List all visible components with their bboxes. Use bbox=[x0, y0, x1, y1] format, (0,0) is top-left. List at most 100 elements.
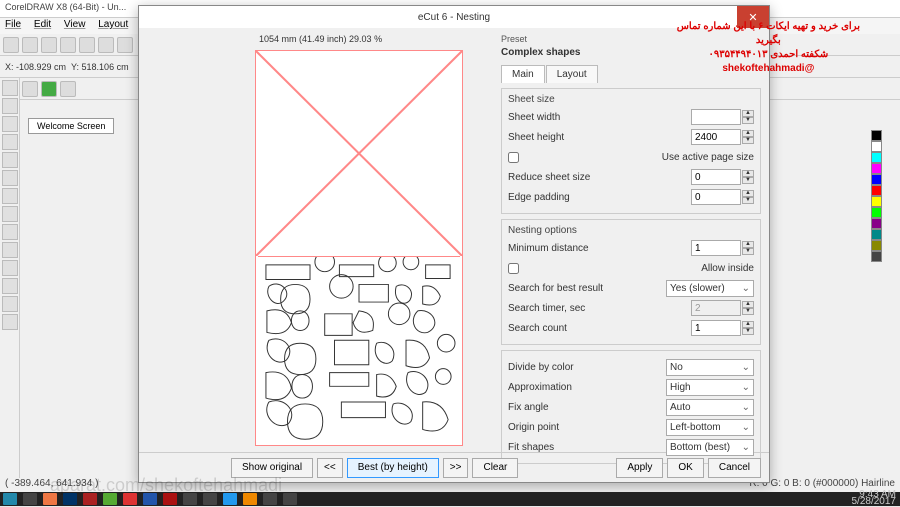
y-coord: Y: 518.106 cm bbox=[71, 62, 129, 72]
allow-inside-checkbox[interactable] bbox=[508, 263, 519, 274]
promo-overlay: برای خرید و تهیه ایکات ۶ با این شماره تم… bbox=[677, 20, 860, 76]
sheet-height-input[interactable] bbox=[691, 129, 741, 145]
crop-tool-icon[interactable] bbox=[2, 116, 18, 132]
ok-button[interactable]: OK bbox=[667, 458, 703, 478]
search-timer-input[interactable] bbox=[691, 300, 741, 316]
fit-shapes-label: Fit shapes bbox=[508, 442, 554, 453]
play-icon[interactable] bbox=[41, 81, 57, 97]
spin-down-icon[interactable]: ▼ bbox=[742, 177, 754, 184]
preview-info: 1054 mm (41.49 inch) 29.03 % bbox=[253, 32, 489, 46]
settings-pane: Preset Complex shapes Main Layout Sheet … bbox=[493, 28, 769, 452]
dimension-tool-icon[interactable] bbox=[2, 242, 18, 258]
approximation-label: Approximation bbox=[508, 382, 572, 393]
text-tool-icon[interactable] bbox=[2, 224, 18, 240]
explorer-icon[interactable] bbox=[23, 493, 37, 505]
divide-color-label: Divide by color bbox=[508, 362, 574, 373]
ecut-nesting-dialog: eCut 6 - Nesting ✕ 1054 mm (41.49 inch) … bbox=[138, 5, 770, 483]
paste-icon[interactable] bbox=[117, 37, 133, 53]
fill-tool-icon[interactable] bbox=[2, 314, 18, 330]
freehand-tool-icon[interactable] bbox=[2, 152, 18, 168]
copy-icon[interactable] bbox=[98, 37, 114, 53]
x-coord: X: -108.929 cm bbox=[5, 62, 66, 72]
preview-pane: 1054 mm (41.49 inch) 29.03 % bbox=[139, 28, 493, 452]
dialog-title: eCut 6 - Nesting ✕ bbox=[139, 6, 769, 28]
toolbox bbox=[0, 78, 20, 486]
clear-button[interactable]: Clear bbox=[472, 458, 518, 478]
shape-tool-icon[interactable] bbox=[2, 98, 18, 114]
cancel-button[interactable]: Cancel bbox=[708, 458, 761, 478]
spin-down-icon[interactable]: ▼ bbox=[742, 117, 754, 124]
welcome-tab[interactable]: Welcome Screen bbox=[28, 118, 114, 134]
reduce-input[interactable] bbox=[691, 169, 741, 185]
sheet-size-section: Sheet size Sheet width ▲▼ Sheet height ▲… bbox=[501, 88, 761, 214]
spin-up-icon[interactable]: ▲ bbox=[742, 170, 754, 177]
watermark: aparat.com/shekoftehahmadi bbox=[50, 475, 282, 496]
spin-down-icon[interactable]: ▼ bbox=[742, 197, 754, 204]
search-best-label: Search for best result bbox=[508, 283, 603, 294]
tab-main[interactable]: Main bbox=[501, 65, 545, 83]
spin-down-icon[interactable]: ▼ bbox=[742, 308, 754, 315]
reduce-label: Reduce sheet size bbox=[508, 172, 590, 183]
approximation-combo[interactable]: High bbox=[666, 379, 754, 396]
new-icon[interactable] bbox=[3, 37, 19, 53]
spin-up-icon[interactable]: ▲ bbox=[742, 301, 754, 308]
open-icon[interactable] bbox=[22, 37, 38, 53]
edge-padding-input[interactable] bbox=[691, 189, 741, 205]
sheet-width-input[interactable] bbox=[691, 109, 741, 125]
spin-down-icon[interactable]: ▼ bbox=[742, 328, 754, 335]
fix-angle-label: Fix angle bbox=[508, 402, 549, 413]
search-count-input[interactable] bbox=[691, 320, 741, 336]
spin-down-icon[interactable]: ▼ bbox=[742, 137, 754, 144]
spin-up-icon[interactable]: ▲ bbox=[742, 130, 754, 137]
rectangle-tool-icon[interactable] bbox=[2, 170, 18, 186]
prev-button[interactable]: << bbox=[317, 458, 343, 478]
ellipse-tool-icon[interactable] bbox=[2, 188, 18, 204]
effects-tool-icon[interactable] bbox=[2, 278, 18, 294]
origin-point-combo[interactable]: Left-bottom bbox=[666, 419, 754, 436]
apply-button[interactable]: Apply bbox=[616, 458, 663, 478]
save-icon[interactable] bbox=[41, 37, 57, 53]
eyedropper-tool-icon[interactable] bbox=[2, 296, 18, 312]
connector-tool-icon[interactable] bbox=[2, 260, 18, 276]
menu-file[interactable]: File bbox=[5, 19, 21, 30]
spin-up-icon[interactable]: ▲ bbox=[742, 110, 754, 117]
tab-layout[interactable]: Layout bbox=[546, 65, 598, 83]
sheet-width-label: Sheet width bbox=[508, 112, 560, 123]
nesting-options-section: Nesting options Minimum distance ▲▼ Allo… bbox=[501, 219, 761, 345]
next-button[interactable]: >> bbox=[443, 458, 469, 478]
menu-edit[interactable]: Edit bbox=[34, 19, 51, 30]
fit-shapes-combo[interactable]: Bottom (best) bbox=[666, 439, 754, 456]
menu-layout[interactable]: Layout bbox=[98, 19, 128, 30]
nested-shapes bbox=[258, 256, 460, 443]
cut-icon[interactable] bbox=[79, 37, 95, 53]
menu-view[interactable]: View bbox=[64, 19, 86, 30]
polygon-tool-icon[interactable] bbox=[2, 206, 18, 222]
fit-options-section: Divide by color No Approximation High Fi… bbox=[501, 350, 761, 464]
min-distance-input[interactable] bbox=[691, 240, 741, 256]
search-count-label: Search count bbox=[508, 323, 567, 334]
use-active-page-checkbox[interactable] bbox=[508, 152, 519, 163]
tool-icon[interactable] bbox=[60, 81, 76, 97]
zoom-tool-icon[interactable] bbox=[2, 134, 18, 150]
sheet-preview bbox=[255, 50, 463, 446]
spin-up-icon[interactable]: ▲ bbox=[742, 190, 754, 197]
sheet-height-label: Sheet height bbox=[508, 132, 564, 143]
spin-down-icon[interactable]: ▼ bbox=[742, 248, 754, 255]
start-icon[interactable] bbox=[3, 493, 17, 505]
best-by-height-button[interactable]: Best (by height) bbox=[347, 458, 439, 478]
spin-up-icon[interactable]: ▲ bbox=[742, 241, 754, 248]
tool-icon[interactable] bbox=[22, 81, 38, 97]
system-clock[interactable]: 9:43 AM5/28/2017 bbox=[852, 491, 897, 505]
edge-padding-label: Edge padding bbox=[508, 192, 570, 203]
pick-tool-icon[interactable] bbox=[2, 80, 18, 96]
spin-up-icon[interactable]: ▲ bbox=[742, 321, 754, 328]
origin-point-label: Origin point bbox=[508, 422, 559, 433]
color-palette[interactable] bbox=[871, 130, 882, 262]
app-icon[interactable] bbox=[283, 493, 297, 505]
min-distance-label: Minimum distance bbox=[508, 243, 589, 254]
print-icon[interactable] bbox=[60, 37, 76, 53]
divide-color-combo[interactable]: No bbox=[666, 359, 754, 376]
search-best-combo[interactable]: Yes (slower) bbox=[666, 280, 754, 297]
fix-angle-combo[interactable]: Auto bbox=[666, 399, 754, 416]
search-timer-label: Search timer, sec bbox=[508, 303, 585, 314]
